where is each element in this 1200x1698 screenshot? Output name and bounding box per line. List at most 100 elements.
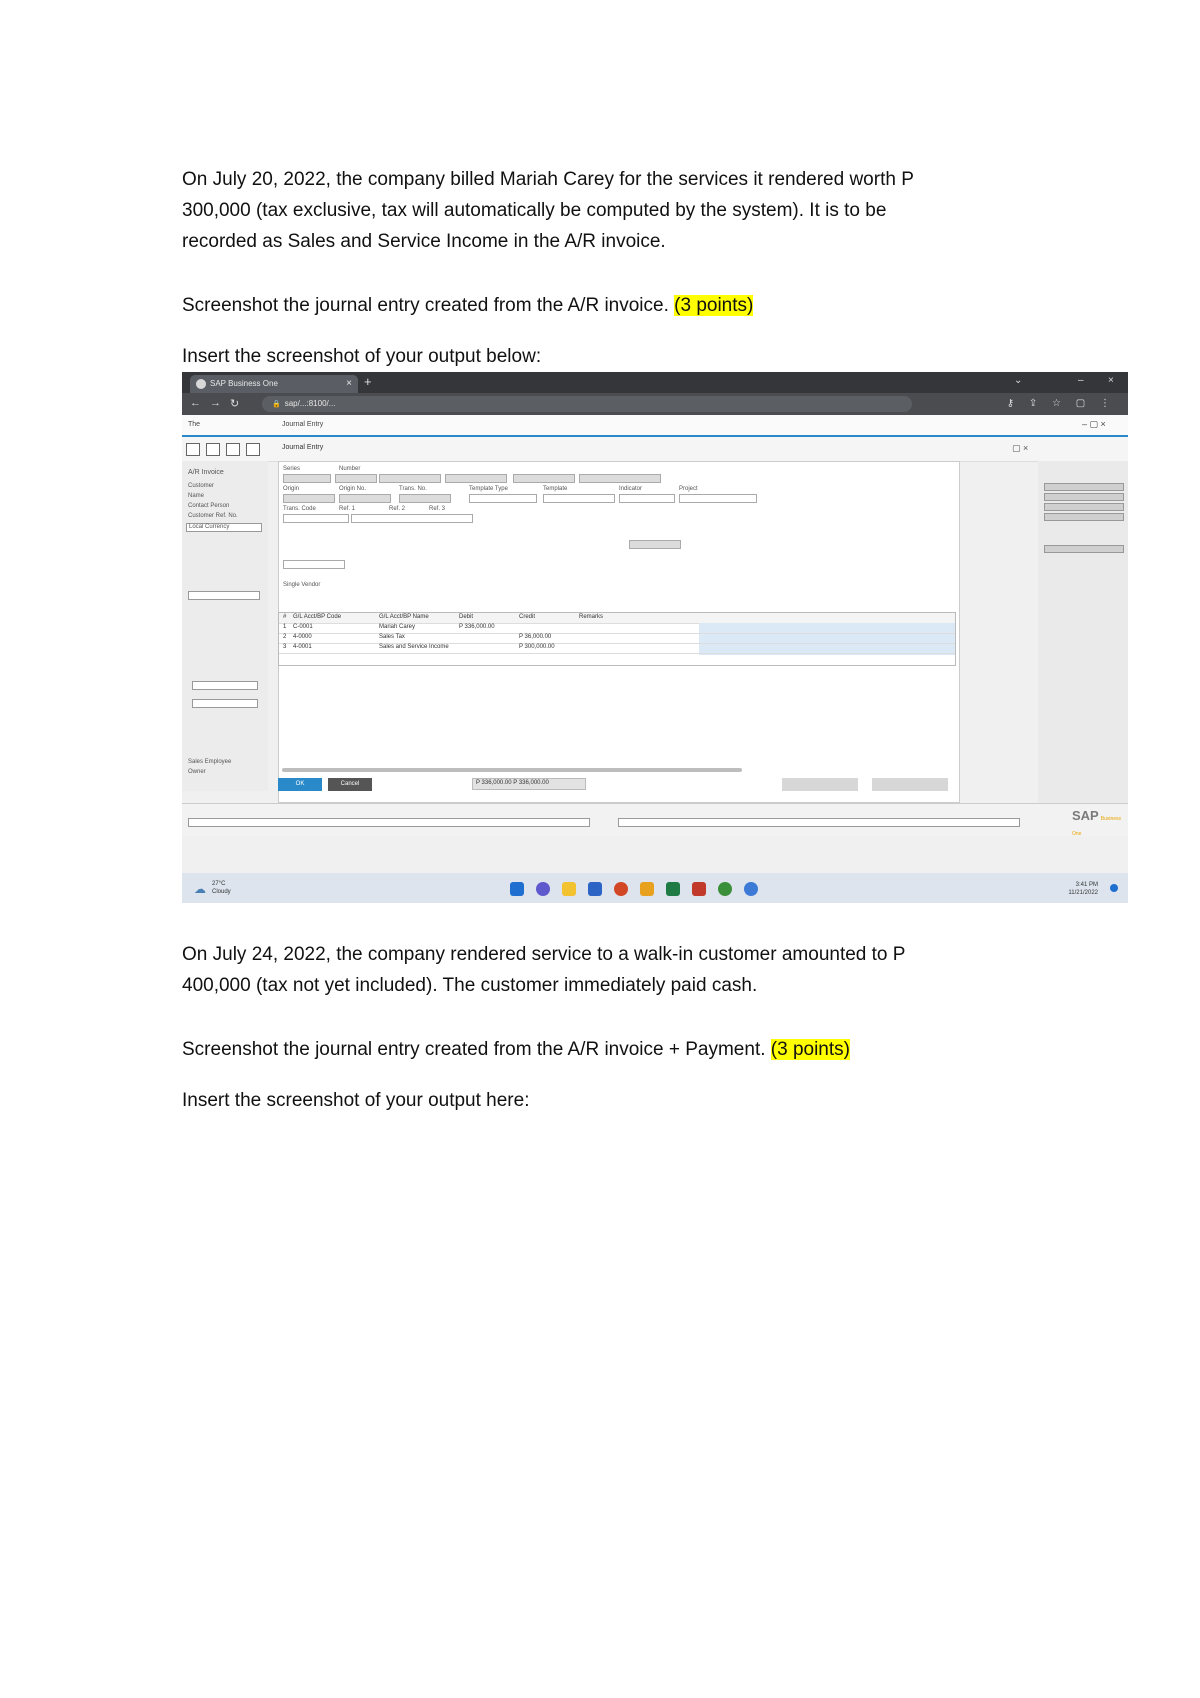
trans-no-field[interactable]	[399, 494, 451, 503]
minimize-icon[interactable]: –	[1078, 375, 1084, 386]
toolbar-icon-1[interactable]	[186, 443, 200, 456]
cancel-button[interactable]: Cancel	[328, 778, 372, 791]
number-field[interactable]	[335, 474, 377, 483]
date-field-1[interactable]	[379, 474, 441, 483]
right-field[interactable]	[1044, 545, 1124, 553]
word-icon[interactable]	[588, 882, 602, 896]
left-field-b[interactable]	[192, 699, 258, 708]
chrome-alt-icon[interactable]	[744, 882, 758, 896]
left-field-a[interactable]	[192, 681, 258, 690]
left-label-owner: Owner	[188, 769, 206, 775]
right-field[interactable]	[1044, 493, 1124, 501]
back-icon[interactable]: ←	[190, 397, 201, 409]
indicator-select[interactable]	[619, 494, 675, 503]
left-label-4: Customer Ref. No.	[188, 513, 238, 519]
p5-points: (3 points)	[770, 1039, 850, 1060]
date-field-3[interactable]	[513, 474, 575, 483]
paragraph-1: On July 20, 2022, the company billed Mar…	[182, 164, 1012, 257]
sap-toolbar: Journal Entry ▢ × – ▢ ×	[182, 437, 1128, 471]
system-tray[interactable]: 3:41 PM 11/21/2022	[1068, 881, 1098, 897]
grid-header-cell: Remarks	[579, 614, 604, 620]
grid-header-cell: G/L Acct/BP Name	[379, 614, 429, 620]
tab-title: SAP Business One	[210, 379, 278, 388]
date-field-2[interactable]	[445, 474, 507, 483]
origin-field[interactable]	[283, 494, 335, 503]
notes-icon[interactable]	[640, 882, 654, 896]
paragraph-2: Screenshot the journal entry created fro…	[182, 290, 1012, 321]
excel-icon[interactable]	[666, 882, 680, 896]
grid-header-cell: Debit	[459, 614, 474, 620]
chrome-icon[interactable]	[718, 882, 732, 896]
start-icon[interactable]	[510, 882, 524, 896]
url-field[interactable]: 🔒 sap/...:8100/...	[262, 396, 912, 412]
extra-field[interactable]	[283, 560, 345, 569]
browser-toolbar-icons[interactable]: ⚷ ⇪ ☆ ▢ ⋮	[1007, 398, 1116, 409]
right-field[interactable]	[1044, 513, 1124, 521]
p2-text: Screenshot the journal entry created fro…	[182, 295, 675, 316]
browser-tab[interactable]: SAP Business One ×	[190, 375, 358, 393]
powerpoint-icon[interactable]	[614, 882, 628, 896]
disabled-button-1	[782, 778, 858, 791]
window-controls-icon[interactable]: – ▢ ×	[1082, 419, 1106, 430]
paragraph-3: Insert the screenshot of your output bel…	[182, 346, 542, 367]
ar-invoice-panel: A/R Invoice Customer Name Contact Person…	[182, 461, 268, 791]
left-tab-strip[interactable]	[188, 591, 260, 600]
left-label-3: Contact Person	[188, 503, 230, 509]
new-tab-icon[interactable]: +	[364, 374, 372, 389]
ar-invoice-title: A/R Invoice	[188, 469, 224, 476]
grid-header-cell: Credit	[519, 614, 536, 620]
toolbar-icon-4[interactable]	[246, 443, 260, 456]
reload-icon[interactable]: ↻	[230, 397, 239, 410]
template-field[interactable]	[543, 494, 615, 503]
right-field[interactable]	[1044, 483, 1124, 491]
chevron-down-icon[interactable]: ⌄	[1014, 375, 1022, 386]
close-window-icon[interactable]: ×	[1108, 375, 1114, 386]
remarks-field[interactable]	[579, 474, 661, 483]
p4-line2: 400,000 (tax not yet included). The cust…	[182, 975, 758, 996]
left-label-sales-employee: Sales Employee	[188, 759, 232, 765]
origin-no-field[interactable]	[339, 494, 391, 503]
address-bar: ← → ↻ 🔒 sap/...:8100/... ⚷ ⇪ ☆ ▢ ⋮	[182, 393, 1128, 415]
toolbar-icon-2[interactable]	[206, 443, 220, 456]
status-field-2[interactable]	[618, 818, 1020, 827]
grid-header-cell: #	[283, 614, 287, 620]
forward-icon[interactable]: →	[210, 397, 221, 409]
left-label-2: Name	[188, 493, 205, 499]
wps-icon[interactable]	[692, 882, 706, 896]
clock-time: 3:41 PM	[1075, 882, 1098, 888]
trans-code-select[interactable]	[283, 514, 349, 523]
left-label-1: Customer	[188, 483, 215, 489]
journal-entry-title: Journal Entry	[282, 444, 324, 451]
url-text: sap/...:8100/...	[284, 399, 336, 408]
notification-icon[interactable]	[1110, 884, 1118, 892]
ref-fields[interactable]	[351, 514, 473, 523]
cloud-icon: ☁	[194, 882, 206, 896]
close-tab-icon[interactable]: ×	[346, 375, 352, 393]
clock-date: 11/21/2022	[1068, 890, 1098, 896]
paragraph-5: Screenshot the journal entry created fro…	[182, 1034, 1012, 1065]
p4-line1: On July 24, 2022, the company rendered s…	[182, 944, 906, 965]
rate-field[interactable]	[629, 540, 681, 549]
sap-logo: SAP Business One	[1072, 808, 1122, 837]
template-type-field[interactable]	[469, 494, 537, 503]
menu-home[interactable]: The	[188, 421, 200, 428]
paragraph-6: Insert the screenshot of your output her…	[182, 1090, 530, 1111]
p1-line1: On July 20, 2022, the company billed Mar…	[182, 169, 914, 190]
lock-icon: 🔒	[272, 401, 281, 408]
weather-widget[interactable]: 27°C Cloudy	[212, 880, 231, 896]
file-explorer-icon[interactable]	[562, 882, 576, 896]
table-row[interactable]: 3 4-0001 Sales and Service Income P 300,…	[279, 643, 955, 654]
paragraph-4: On July 24, 2022, the company rendered s…	[182, 939, 1012, 1001]
status-row	[182, 803, 1128, 836]
disabled-button-2	[872, 778, 948, 791]
project-field[interactable]	[679, 494, 757, 503]
status-field-1[interactable]	[188, 818, 590, 827]
series-field[interactable]	[283, 474, 331, 483]
toolbar-icon-3[interactable]	[226, 443, 240, 456]
horizontal-scrollbar[interactable]	[282, 768, 742, 772]
currency-select[interactable]: Local Currency	[186, 523, 262, 532]
right-field[interactable]	[1044, 503, 1124, 511]
je-window-controls-icon[interactable]: ▢ ×	[1012, 443, 1028, 454]
chat-icon[interactable]	[536, 882, 550, 896]
ok-button[interactable]: OK	[278, 778, 322, 791]
